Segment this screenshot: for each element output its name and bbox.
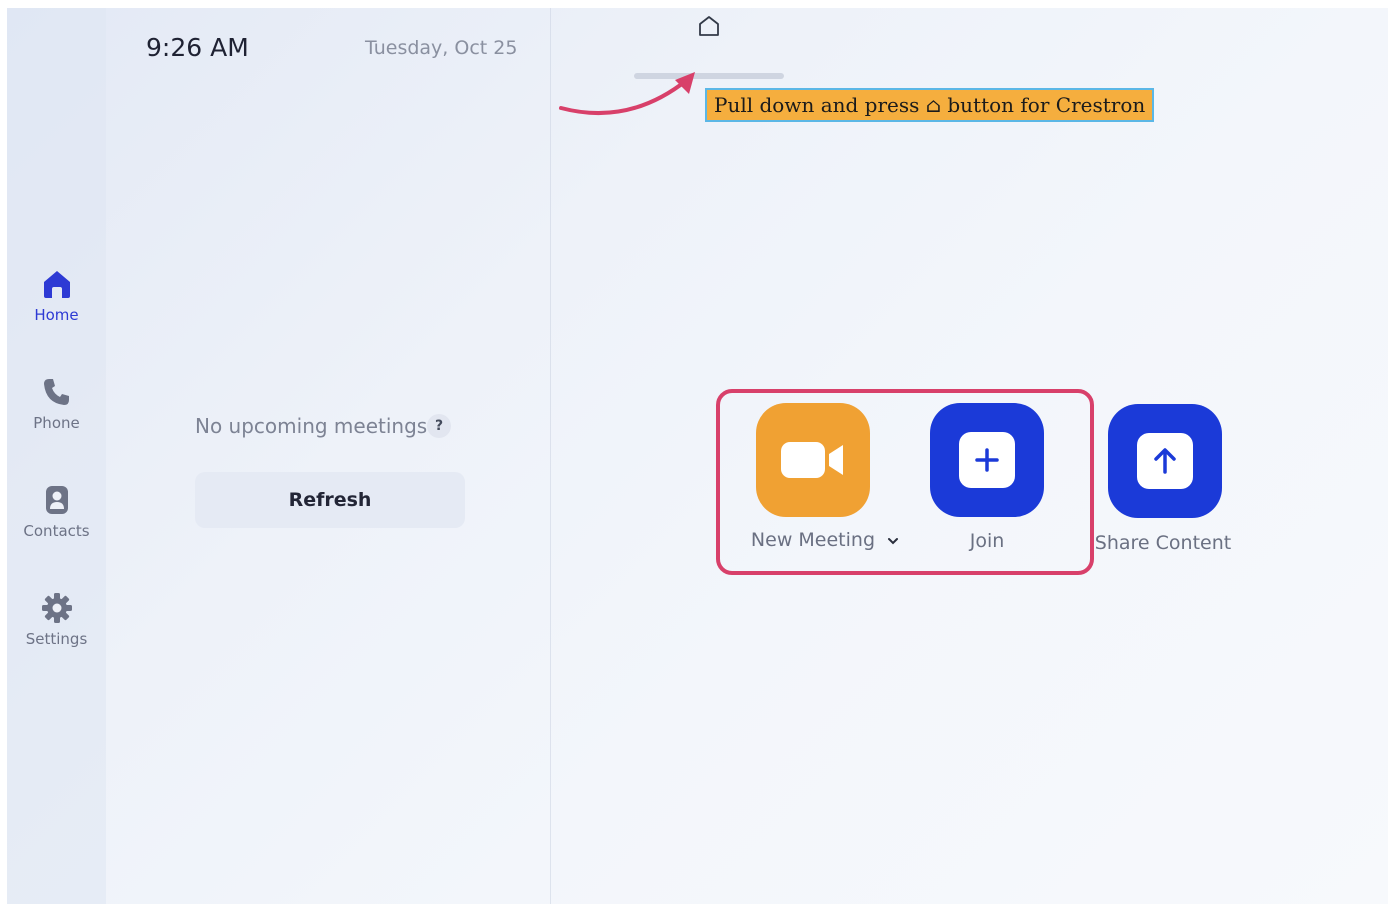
join-button[interactable] [930, 403, 1044, 517]
new-meeting-label: New Meeting [750, 529, 876, 551]
video-camera-icon [781, 442, 843, 478]
share-content-button[interactable] [1108, 404, 1222, 518]
sidebar-item-contacts[interactable]: Contacts [7, 484, 106, 540]
sidebar: Home Phone Contacts Settings [7, 8, 106, 904]
no-meetings-text: No upcoming meetings [195, 414, 428, 438]
annotation-label: Pull down and press ⌂ button for Crestro… [705, 88, 1155, 122]
clock-time: 9:26 AM [146, 33, 249, 62]
contacts-icon [45, 486, 68, 514]
sidebar-item-phone[interactable]: Phone [7, 376, 106, 432]
new-meeting-label-group[interactable]: New Meeting [748, 529, 902, 551]
help-icon[interactable]: ? [427, 414, 451, 438]
new-meeting-button[interactable] [756, 403, 870, 517]
share-inner-square [1137, 433, 1193, 489]
sidebar-item-label: Contacts [23, 522, 90, 540]
current-date: Tuesday, Oct 25 [365, 37, 518, 59]
join-inner-square [959, 432, 1015, 488]
home-icon [43, 271, 70, 298]
join-label: Join [969, 530, 1005, 552]
sidebar-item-label: Settings [25, 630, 88, 648]
annotation-arrow [559, 72, 695, 115]
home-outline-icon[interactable] [697, 15, 721, 37]
gear-icon [41, 593, 72, 623]
plus-icon [975, 448, 999, 472]
phone-icon [43, 379, 69, 405]
share-content-label: Share Content [1094, 532, 1232, 554]
panel-divider [550, 8, 551, 904]
chevron-down-icon[interactable] [887, 536, 899, 546]
sidebar-item-label: Home [34, 306, 79, 324]
sidebar-item-label: Phone [33, 414, 80, 432]
sidebar-item-home[interactable]: Home [7, 268, 106, 324]
upload-arrow-icon [1154, 448, 1176, 474]
touch-panel-screen: Home Phone Contacts Settings 9:26 AM Tue… [7, 8, 1388, 904]
sidebar-item-settings[interactable]: Settings [7, 592, 106, 648]
refresh-button[interactable]: Refresh [195, 472, 465, 528]
